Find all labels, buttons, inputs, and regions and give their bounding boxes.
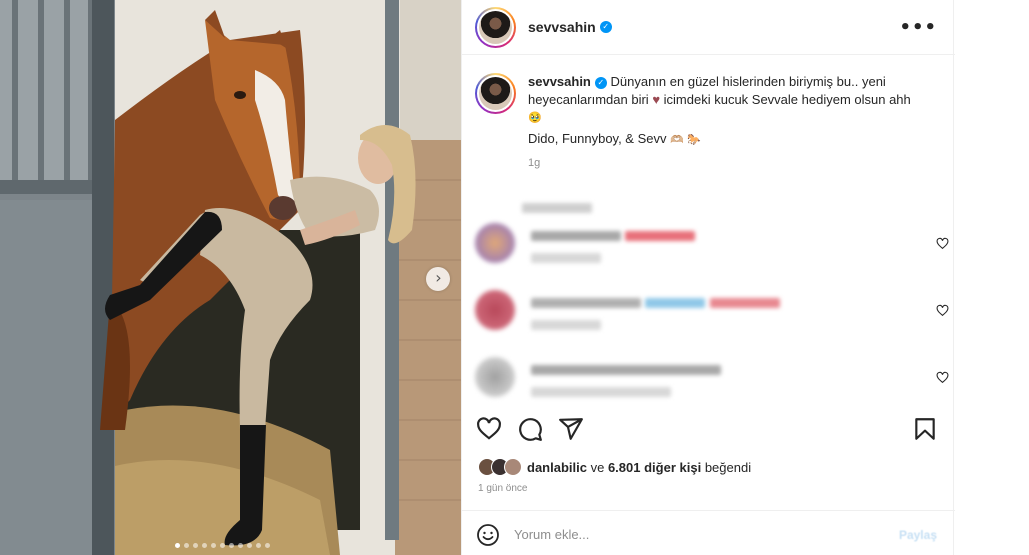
instagram-post: › sevvsahin ✓ ••• sevvsahin ✓ Dünyanın en… xyxy=(0,0,1029,555)
comment-input[interactable] xyxy=(514,523,874,545)
post-photo xyxy=(0,0,461,555)
carousel-dot xyxy=(193,543,198,548)
caption: sevvsahin ✓ Dünyanın en güzel hislerinden… xyxy=(475,73,945,172)
post-action-bar xyxy=(462,404,955,454)
share-comment-button[interactable]: Paylaş xyxy=(899,528,937,542)
blurred-meta xyxy=(531,320,601,330)
carousel-dot xyxy=(202,543,207,548)
likes-connector: ve xyxy=(590,459,605,475)
carousel-dot xyxy=(211,543,216,548)
profile-photo xyxy=(479,77,512,110)
caption-emoji-end: 🥹 xyxy=(528,111,542,124)
carousel-dot xyxy=(238,543,243,548)
comment-item xyxy=(475,290,968,334)
carousel-dot xyxy=(256,543,261,548)
blurred-text xyxy=(531,298,641,308)
caption-emojis: 🫶🏼 🐎 xyxy=(670,133,702,146)
blurred-text xyxy=(531,231,621,241)
caption-avatar[interactable] xyxy=(475,73,516,114)
blurred-emoji xyxy=(625,231,695,241)
blurred-meta xyxy=(531,253,601,263)
post-header: sevvsahin ✓ ••• xyxy=(462,0,955,55)
caption-line-2: Dido, Funnyboy, & Sevv 🫶🏼 🐎 xyxy=(528,130,938,149)
post-side-panel: sevvsahin ✓ ••• sevvsahin ✓ Dünyanın en g… xyxy=(461,0,955,555)
caption-username[interactable]: sevvsahin xyxy=(528,74,591,89)
comment-like-heart-icon[interactable] xyxy=(936,237,949,250)
carousel-dot xyxy=(265,543,270,548)
ellipsis-icon[interactable]: ••• xyxy=(899,17,937,38)
header-username[interactable]: sevvsahin xyxy=(528,19,596,35)
comment-item xyxy=(475,223,968,267)
comment-avatar[interactable] xyxy=(475,290,515,330)
likes-summary: danlabilic ve 6.801 diğer kişi beğendi xyxy=(478,458,751,476)
heart-emoji-icon: ♥ xyxy=(652,92,661,107)
caption-timestamp: 1g xyxy=(528,157,541,169)
comment-avatar[interactable] xyxy=(475,357,515,397)
carousel-dot xyxy=(229,543,234,548)
blurred-text xyxy=(645,298,705,308)
verified-badge-icon: ✓ xyxy=(594,77,607,89)
likes-suffix: beğendi xyxy=(704,459,752,475)
blurred-view-replies xyxy=(522,203,592,213)
comment-like-heart-icon[interactable] xyxy=(936,304,949,317)
carousel-dot xyxy=(220,543,225,548)
bookmark-icon[interactable] xyxy=(912,416,938,442)
profile-photo xyxy=(479,10,512,44)
likes-text: danlabilic ve 6.801 diğer kişi beğendi xyxy=(527,460,751,475)
carousel-dot xyxy=(184,543,189,548)
blurred-emoji xyxy=(710,298,780,308)
likes-others-link[interactable]: 6.801 diğer kişi xyxy=(608,460,701,475)
carousel-indicator xyxy=(175,543,270,548)
comment-item xyxy=(475,357,968,401)
caption-text-line: sevvsahin ✓ Dünyanın en güzel hislerinden… xyxy=(528,73,938,127)
caption-body: sevvsahin ✓ Dünyanın en güzel hislerinden… xyxy=(528,73,938,172)
send-icon[interactable] xyxy=(558,416,584,442)
avatar[interactable] xyxy=(475,6,516,48)
carousel-dot xyxy=(175,543,180,548)
verified-badge-icon: ✓ xyxy=(599,21,612,33)
blurred-text xyxy=(531,365,721,375)
caption-names: Dido, Funnyboy, & Sevv xyxy=(528,131,667,146)
liker-avatar xyxy=(504,458,522,476)
comment-avatar[interactable] xyxy=(475,223,515,263)
blurred-meta xyxy=(531,387,671,397)
post-timestamp: 1 gün önce xyxy=(478,483,528,494)
heart-outline-icon[interactable] xyxy=(476,416,502,442)
first-liker[interactable]: danlabilic xyxy=(527,460,587,475)
comment-icon[interactable] xyxy=(517,416,543,442)
post-media[interactable]: › xyxy=(0,0,461,555)
caption-text-continued: icimdeki kucuk Sevvale hediyem olsun ahh xyxy=(660,92,911,107)
comment-composer: Paylaş xyxy=(462,510,955,555)
smiley-icon[interactable] xyxy=(476,523,500,547)
carousel-next-button[interactable]: › xyxy=(426,267,450,291)
carousel-dot xyxy=(247,543,252,548)
chevron-right-icon: › xyxy=(435,268,442,287)
comment-like-heart-icon[interactable] xyxy=(936,371,949,384)
